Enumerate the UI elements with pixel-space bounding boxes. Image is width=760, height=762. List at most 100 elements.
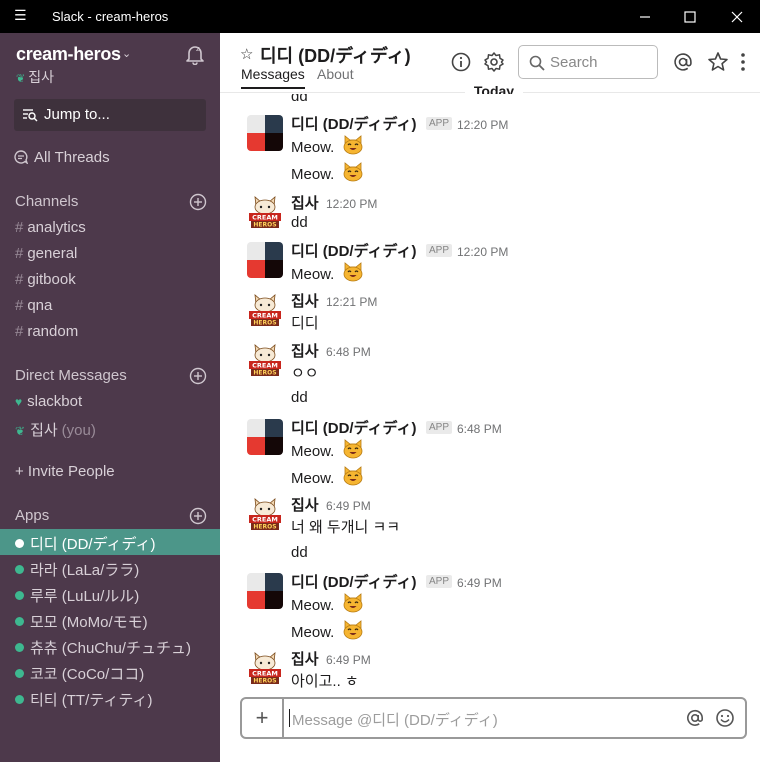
gear-icon[interactable] xyxy=(483,51,505,73)
message-input[interactable]: Message @디디 (DD/ディディ) xyxy=(289,709,498,730)
sidebar-app-momo[interactable]: 모모 (MoMo/モモ) xyxy=(15,611,148,632)
maximize-icon[interactable] xyxy=(667,0,713,33)
sidebar-dm-self[interactable]: ❦ 집사 (you) xyxy=(15,419,96,440)
message-timestamp[interactable]: 12:20 PM xyxy=(326,197,377,211)
avatar-cream-heroes[interactable]: CREAM HEROS xyxy=(247,342,283,378)
app-label: 디디 (DD/ディディ) xyxy=(30,536,156,553)
attach-plus-button[interactable]: + xyxy=(242,699,284,737)
notification-bell-icon[interactable]: z xyxy=(184,43,206,65)
sidebar-app-coco[interactable]: 코코 (CoCo/ココ) xyxy=(15,663,144,684)
presence-icon: ❦ xyxy=(15,424,26,438)
sidebar-app-lulu[interactable]: 루루 (LuLu/ルル) xyxy=(15,585,139,606)
message-text: Meow. xyxy=(291,262,364,283)
sidebar-dm-slackbot[interactable]: ♥ slackbot xyxy=(15,393,82,410)
sidebar-app-tt[interactable]: 티티 (TT/ティティ) xyxy=(15,689,152,710)
message-text: 디디 xyxy=(291,315,319,332)
sidebar-channel-gitbook[interactable]: # gitbook xyxy=(15,271,76,288)
title-bar: ☰ Slack - cream-heros xyxy=(0,0,760,33)
avatar-cream-heroes[interactable]: CREAM HEROS xyxy=(247,194,283,230)
direct-messages-header[interactable]: Direct Messages xyxy=(15,367,127,384)
cream-heroes-logo-icon: CREAM HEROS xyxy=(247,496,283,532)
dd-app-avatar-icon xyxy=(247,419,283,455)
message-timestamp[interactable]: 6:48 PM xyxy=(457,422,502,436)
threads-icon xyxy=(14,150,28,164)
minimize-icon[interactable] xyxy=(622,0,668,33)
info-icon[interactable] xyxy=(450,51,472,73)
apps-header[interactable]: Apps xyxy=(15,507,49,524)
message-text-content: Meow. xyxy=(291,624,335,641)
channels-header[interactable]: Channels xyxy=(15,193,78,210)
jump-to-button[interactable]: Jump to... xyxy=(14,99,206,131)
sidebar-channel-qna[interactable]: # qna xyxy=(15,297,52,314)
hash-icon: # xyxy=(15,245,24,262)
avatar-dd-app[interactable] xyxy=(247,419,283,455)
add-app-icon[interactable] xyxy=(189,507,207,525)
avatar-cream-heroes[interactable]: CREAM HEROS xyxy=(247,650,283,686)
sidebar-app-lala[interactable]: 라라 (LaLa/ララ) xyxy=(15,559,139,580)
mentions-icon[interactable] xyxy=(672,51,694,73)
avatar-dd-app[interactable] xyxy=(247,242,283,278)
more-options-icon[interactable] xyxy=(737,51,749,73)
smiling-cat-emoji-icon xyxy=(343,620,362,640)
sender-name[interactable]: 디디 (DD/ディディ) xyxy=(291,113,417,134)
cream-heroes-logo-icon: CREAM HEROS xyxy=(247,292,283,328)
mention-icon[interactable] xyxy=(685,708,705,728)
channel-label: analytics xyxy=(27,219,86,236)
message-timestamp[interactable]: 12:20 PM xyxy=(457,118,508,132)
sender-name[interactable]: 집사 xyxy=(291,192,319,213)
message-text: Meow. xyxy=(291,593,364,614)
sender-name[interactable]: 디디 (DD/ディディ) xyxy=(291,240,417,261)
sidebar-app-chuchu[interactable]: 츄츄 (ChuChu/チュチュ) xyxy=(15,637,191,658)
svg-text:HEROS: HEROS xyxy=(253,678,276,685)
hamburger-menu-icon[interactable]: ☰ xyxy=(14,7,27,24)
message-timestamp[interactable]: 12:20 PM xyxy=(457,245,508,259)
star-outline-icon[interactable]: ☆ xyxy=(240,45,253,63)
presence-icon: ❦ xyxy=(16,73,26,85)
tab-about[interactable]: About xyxy=(317,66,354,82)
all-threads-link[interactable]: All Threads xyxy=(14,149,110,166)
starred-items-icon[interactable] xyxy=(707,51,729,73)
sidebar-channel-random[interactable]: # random xyxy=(15,323,78,340)
sidebar-app-dd[interactable]: 디디 (DD/ディディ) xyxy=(15,533,156,554)
message-timestamp[interactable]: 6:49 PM xyxy=(326,653,371,667)
sender-name[interactable]: 집사 xyxy=(291,340,319,361)
message-text: Meow. xyxy=(291,466,364,487)
message-text: 너 왜 두개니 ㅋㅋ xyxy=(291,519,401,536)
invite-people-link[interactable]: + Invite People xyxy=(15,463,115,480)
presence-dot xyxy=(15,669,24,678)
sidebar-app-active[interactable]: 디디 (DD/ディディ) xyxy=(0,529,220,555)
sender-name[interactable]: 집사 xyxy=(291,494,319,515)
avatar-dd-app[interactable] xyxy=(247,573,283,609)
message-list[interactable]: dd 디디 (DD/ディディ) APP 12:20 PM Meow. Meow.… xyxy=(220,94,760,694)
sidebar-channel-general[interactable]: # general xyxy=(15,245,77,262)
message-timestamp[interactable]: 6:49 PM xyxy=(326,499,371,513)
workspace-name[interactable]: cream-heros xyxy=(16,44,121,65)
message-text: dd xyxy=(291,94,308,105)
message-text: 아이고.. ㅎ xyxy=(291,673,359,690)
sender-name[interactable]: 디디 (DD/ディディ) xyxy=(291,571,417,592)
emoji-picker-icon[interactable] xyxy=(715,708,735,728)
search-input[interactable]: Search xyxy=(518,45,658,79)
avatar-dd-app[interactable] xyxy=(247,115,283,151)
sender-name[interactable]: 집사 xyxy=(291,648,319,669)
message-input-box[interactable]: + Message @디디 (DD/ディディ) xyxy=(240,697,747,739)
search-icon xyxy=(529,55,545,71)
tab-messages[interactable]: Messages xyxy=(241,66,305,89)
sender-name[interactable]: 디디 (DD/ディディ) xyxy=(291,417,417,438)
sidebar-channel-analytics[interactable]: # analytics xyxy=(15,219,86,236)
message-timestamp[interactable]: 12:21 PM xyxy=(326,295,377,309)
sender-name[interactable]: 집사 xyxy=(291,290,319,311)
chevron-down-icon[interactable]: ⌄ xyxy=(122,47,131,60)
svg-text:CREAM: CREAM xyxy=(252,670,278,678)
message-timestamp[interactable]: 6:49 PM xyxy=(457,576,502,590)
add-dm-icon[interactable] xyxy=(189,367,207,385)
message-timestamp[interactable]: 6:48 PM xyxy=(326,345,371,359)
channel-label: general xyxy=(27,245,78,262)
close-icon[interactable] xyxy=(714,0,760,33)
add-channel-icon[interactable] xyxy=(189,193,207,211)
svg-text:HEROS: HEROS xyxy=(253,524,276,531)
avatar-cream-heroes[interactable]: CREAM HEROS xyxy=(247,496,283,532)
all-threads-label: All Threads xyxy=(34,149,110,166)
slack-window: ☰ Slack - cream-heros cream-heros ⌄ ❦ 집사 … xyxy=(0,0,760,762)
avatar-cream-heroes[interactable]: CREAM HEROS xyxy=(247,292,283,328)
